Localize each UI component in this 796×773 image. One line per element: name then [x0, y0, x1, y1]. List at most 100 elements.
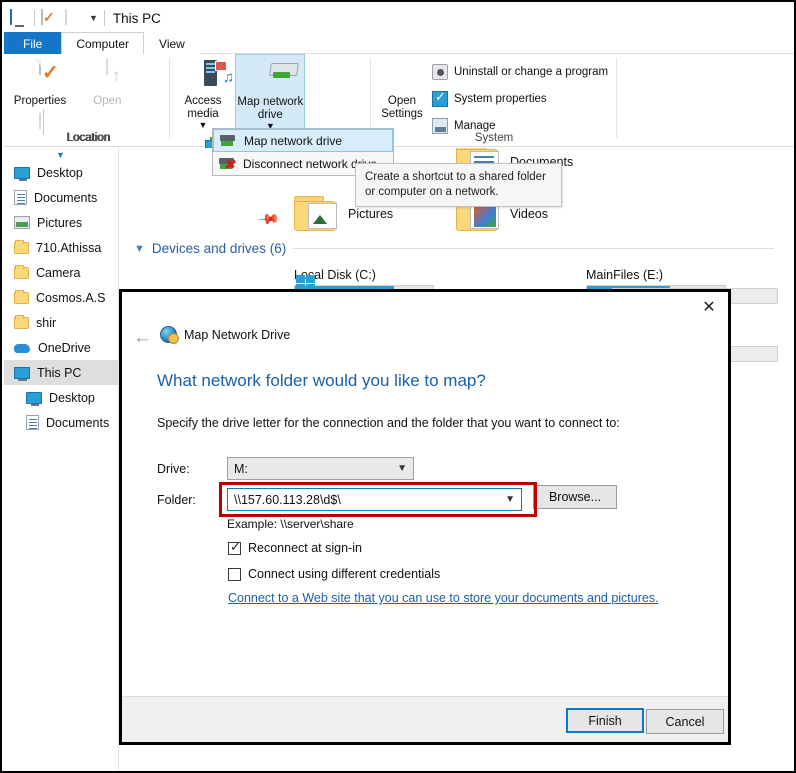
open-settings-label: Open Settings	[381, 95, 423, 120]
disconnect-network-drive-icon: ✖	[219, 157, 235, 171]
nav-item-pictures[interactable]: Pictures	[4, 210, 118, 235]
nav-item-label: Desktop	[49, 390, 95, 405]
properties-label: Properties	[13, 95, 67, 107]
drive-letter-select[interactable]: M: ▼	[227, 457, 414, 480]
group-label-location-text: Location	[67, 132, 111, 144]
nav-item-label: OneDrive	[38, 340, 91, 355]
properties-button[interactable]: Properties	[8, 54, 72, 108]
folder-icon	[14, 264, 29, 279]
tooltip: Create a shortcut to a shared folder or …	[355, 163, 562, 207]
group-label-system: System	[474, 132, 514, 144]
pin-icon: 📌	[257, 207, 281, 231]
chevron-down-icon[interactable]: ▼	[397, 463, 407, 474]
tab-file[interactable]: File	[4, 32, 62, 54]
divider	[169, 58, 170, 138]
nav-item-label: 710.Athissa	[36, 240, 102, 255]
properties-icon	[24, 59, 56, 92]
ribbon: Properties Open Rename Location ♫ Access…	[4, 54, 794, 213]
map-network-drive-button[interactable]: Map network drive ▼	[235, 54, 306, 134]
nav-scroll-up-icon[interactable]: ▼	[56, 150, 65, 160]
tab-computer[interactable]: Computer	[61, 32, 145, 54]
ribbon-tabs: File Computer View	[4, 32, 794, 54]
desktop-icon	[26, 391, 42, 406]
finish-button[interactable]: Finish	[566, 708, 644, 733]
uninstall-program-label: Uninstall or change a program	[454, 66, 609, 78]
new-folder-icon[interactable]	[65, 9, 83, 26]
drive-field-label: Drive:	[157, 461, 190, 476]
chevron-down-icon[interactable]: ▼	[134, 243, 145, 255]
web-site-link[interactable]: Connect to a Web site that you can use t…	[228, 591, 659, 605]
network-globe-icon	[160, 326, 179, 344]
customize-chevron-icon[interactable]: ▼	[89, 13, 98, 23]
folder-icon	[14, 239, 29, 254]
content-item-label: Videos	[510, 207, 548, 221]
folder-path-value: \\157.60.113.28\d$\	[234, 492, 341, 507]
divider	[370, 58, 371, 138]
browse-button[interactable]: Browse...	[533, 485, 617, 509]
menu-item-map-network-drive[interactable]: Map network drive	[213, 129, 393, 152]
open-button[interactable]: Open	[75, 54, 139, 108]
title-bar: ▼ This PC	[4, 4, 794, 32]
checkbox-icon[interactable]	[228, 567, 241, 581]
dialog-title: Map Network Drive	[184, 327, 291, 342]
onedrive-icon	[14, 342, 31, 354]
access-media-button[interactable]: ♫ Access media ▼	[174, 54, 234, 132]
nav-item-this-pc-documents[interactable]: Documents	[4, 410, 118, 435]
dialog-title-row: Map Network Drive	[160, 326, 291, 344]
folder-example-text: Example: \\server\share	[227, 517, 354, 531]
cancel-button[interactable]: Cancel	[646, 709, 724, 734]
system-properties-command[interactable]: System properties	[432, 89, 608, 109]
nav-item-desktop[interactable]: Desktop	[4, 160, 118, 185]
desktop-icon	[14, 166, 30, 181]
chevron-down-icon[interactable]: ▼	[505, 494, 515, 505]
nav-item-this-pc-desktop[interactable]: Desktop	[4, 385, 118, 410]
explorer-window: ▼ This PC File Computer View Properties …	[0, 0, 796, 773]
back-arrow-icon[interactable]: ←	[133, 328, 152, 347]
different-credentials-checkbox[interactable]: Connect using different credentials	[228, 567, 440, 581]
dialog-subtext: Specify the drive letter for the connect…	[157, 416, 620, 430]
folder-icon	[14, 289, 29, 304]
map-network-drive-label: Map network drive	[237, 96, 304, 121]
access-media-icon: ♫	[187, 60, 234, 92]
drive-row: Drive: M: ▼	[157, 457, 487, 480]
uninstall-icon	[432, 64, 448, 80]
nav-item-this-pc[interactable]: This PC	[4, 360, 118, 385]
nav-item-710-athissa[interactable]: 710.Athissa	[4, 235, 118, 260]
nav-item-label: This PC	[37, 365, 82, 380]
manage-label: Manage	[454, 120, 496, 132]
pictures-icon	[14, 216, 30, 229]
nav-item-onedrive[interactable]: OneDrive	[4, 335, 118, 360]
nav-item-label: Cosmos.A.S	[36, 290, 106, 305]
nav-item-camera[interactable]: Camera	[4, 260, 118, 285]
nav-item-documents[interactable]: Documents	[4, 185, 118, 210]
uninstall-program-command[interactable]: Uninstall or change a program	[432, 62, 608, 82]
properties-icon[interactable]	[41, 9, 59, 26]
tab-view[interactable]: View	[144, 32, 200, 54]
navigation-pane: ▼ Desktop Documents Pictures 710.Athissa…	[4, 148, 119, 771]
map-network-drive-icon	[254, 61, 300, 93]
folder-field-label: Folder:	[157, 492, 196, 507]
nav-item-label: Documents	[46, 415, 110, 430]
system-properties-label: System properties	[454, 93, 547, 105]
nav-item-label: shir	[36, 315, 57, 330]
nav-item-label: Desktop	[37, 165, 83, 180]
access-media-label: Access media	[184, 95, 222, 120]
section-title: Devices and drives (6)	[151, 241, 287, 256]
system-properties-icon	[432, 89, 448, 107]
open-label: Open	[93, 95, 122, 107]
checkbox-icon[interactable]	[228, 539, 241, 555]
section-header-devices[interactable]: ▼ Devices and drives (6)	[134, 241, 774, 256]
dialog-footer: Finish Cancel	[122, 696, 728, 742]
nav-item-cosmos[interactable]: Cosmos.A.S	[4, 285, 118, 310]
drive-label: MainFiles (E:)	[586, 268, 664, 282]
nav-item-shir[interactable]: shir	[4, 310, 118, 335]
ribbon-group-system: Open Settings Uninstall or change a prog…	[374, 54, 614, 146]
nav-item-label: Pictures	[37, 215, 83, 230]
reconnect-at-signin-checkbox[interactable]: Reconnect at sign-in	[228, 539, 362, 555]
checkbox-label: Connect using different credentials	[248, 567, 441, 581]
close-icon[interactable]: ✕	[696, 296, 722, 318]
this-pc-icon[interactable]	[10, 9, 28, 26]
open-icon	[91, 59, 123, 92]
open-settings-button[interactable]: Open Settings	[374, 54, 430, 121]
folder-path-input[interactable]: \\157.60.113.28\d$\ ▼	[227, 488, 522, 511]
